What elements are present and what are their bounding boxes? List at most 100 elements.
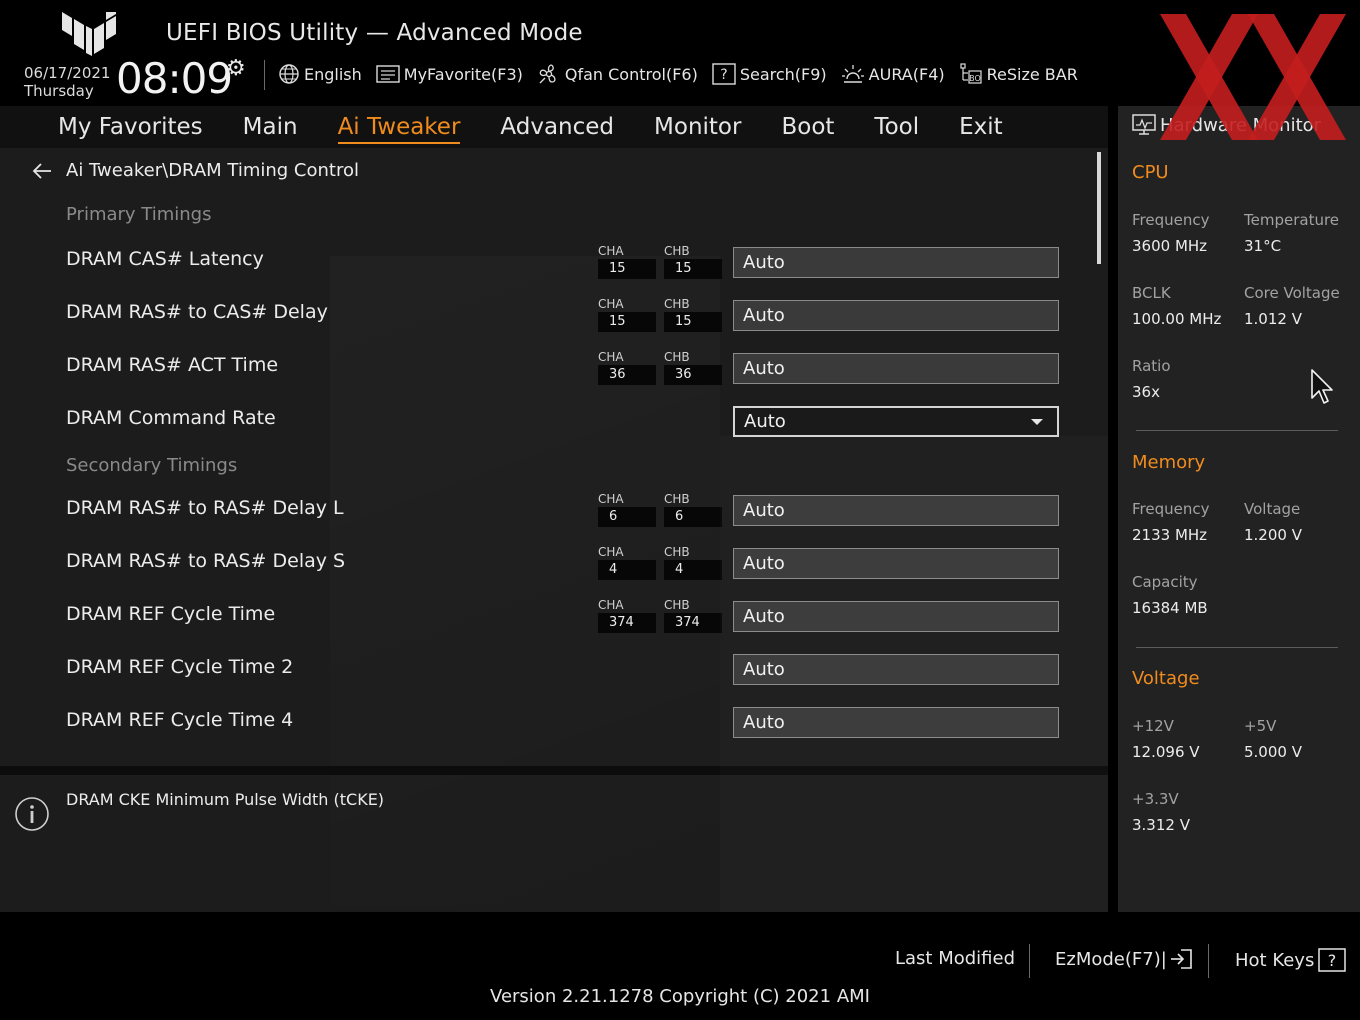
- header-divider: [264, 60, 265, 90]
- tab-my-favorites[interactable]: My Favorites: [58, 106, 203, 148]
- chb-readout: CHB 6: [664, 492, 722, 527]
- svg-text:BO: BO: [969, 74, 981, 83]
- hot-keys-label: Hot Keys: [1235, 949, 1315, 971]
- row-label-ras-act-time[interactable]: DRAM RAS# ACT Time: [66, 354, 278, 376]
- chb-readout: CHB 15: [664, 244, 722, 279]
- cha-label: CHA: [598, 492, 624, 506]
- section-secondary-timings: Secondary Timings: [66, 455, 238, 476]
- memory-voltage-value: 1.200 V: [1244, 526, 1302, 544]
- ezmode-button[interactable]: EzMode(F7)|: [1055, 948, 1193, 970]
- bclk-value: 100.00 MHz: [1132, 310, 1222, 328]
- cha-readout: CHA 36: [598, 350, 656, 385]
- resize-bar-button[interactable]: BO ReSize BAR: [959, 61, 1078, 87]
- ras-act-time-input[interactable]: Auto: [733, 353, 1059, 384]
- core-voltage-label: Core Voltage: [1244, 284, 1340, 302]
- tab-advanced[interactable]: Advanced: [500, 106, 614, 148]
- chb-value: 6: [664, 507, 722, 527]
- cpu-frequency-label: Frequency: [1132, 211, 1210, 229]
- capacity-label: Capacity: [1132, 573, 1198, 591]
- core-voltage-value: 1.012 V: [1244, 310, 1302, 328]
- hot-keys-button[interactable]: Hot Keys ?: [1235, 948, 1347, 972]
- chb-label: CHB: [664, 598, 690, 612]
- footer-divider: [1029, 944, 1030, 978]
- cha-label: CHA: [598, 244, 624, 258]
- last-modified-button[interactable]: Last Modified: [895, 948, 1015, 969]
- monitor-icon: [1132, 114, 1156, 135]
- help-divider: [0, 766, 1108, 775]
- svg-text:?: ?: [720, 67, 727, 83]
- row-label-ras-to-ras-delay-s[interactable]: DRAM RAS# to RAS# Delay S: [66, 550, 345, 572]
- cha-readout: CHA 15: [598, 244, 656, 279]
- scrollbar-thumb[interactable]: [1097, 152, 1101, 264]
- tab-main[interactable]: Main: [243, 106, 298, 148]
- row-label-ref-cycle-time[interactable]: DRAM REF Cycle Time: [66, 603, 275, 625]
- globe-icon: [279, 64, 299, 84]
- resize-bar-icon: BO: [960, 63, 982, 84]
- chb-label: CHB: [664, 244, 690, 258]
- resize-bar-label: ReSize BAR: [986, 64, 1078, 84]
- ras-to-ras-delay-s-input[interactable]: Auto: [733, 548, 1059, 579]
- row-label-command-rate[interactable]: DRAM Command Rate: [66, 407, 276, 429]
- row-label-ras-to-ras-delay-l[interactable]: DRAM RAS# to RAS# Delay L: [66, 497, 344, 519]
- search-button[interactable]: ? Search(F9): [712, 61, 827, 87]
- main-panel: My Favorites Main Ai Tweaker Advanced Mo…: [0, 106, 1108, 912]
- chb-value: 4: [664, 560, 722, 580]
- v5-label: +5V: [1244, 717, 1277, 735]
- back-arrow-icon[interactable]: [32, 162, 52, 179]
- ratio-label: Ratio: [1132, 357, 1171, 375]
- footer-bar: Last Modified EzMode(F7)| Hot Keys ? Ver…: [0, 912, 1360, 1020]
- ref-cycle-time-4-input[interactable]: Auto: [733, 707, 1059, 738]
- help-description: DRAM CKE Minimum Pulse Width (tCKE): [66, 790, 385, 809]
- ras-to-ras-delay-l-input[interactable]: Auto: [733, 495, 1059, 526]
- command-rate-select[interactable]: Auto: [733, 406, 1059, 437]
- cas-latency-input[interactable]: Auto: [733, 247, 1059, 278]
- aura-icon: [841, 65, 864, 83]
- qfan-control-button[interactable]: Qfan Control(F6): [537, 61, 698, 87]
- breadcrumb-path: Ai Tweaker\DRAM Timing Control: [66, 160, 360, 181]
- row-label-ras-to-cas-delay[interactable]: DRAM RAS# to CAS# Delay: [66, 301, 328, 323]
- info-icon: [15, 797, 49, 831]
- settings-gear-icon[interactable]: ⚙: [226, 56, 246, 81]
- toolbar: English MyFavorite(F3) Qfan Control(F6) …: [278, 61, 1092, 87]
- cpu-divider: [1136, 430, 1338, 431]
- ezmode-label: EzMode(F7)|: [1055, 948, 1167, 970]
- cpu-temperature-value: 31°C: [1244, 237, 1282, 255]
- ref-cycle-time-input[interactable]: Auto: [733, 601, 1059, 632]
- favorite-icon: [376, 65, 400, 83]
- myfavorite-button[interactable]: MyFavorite(F3): [376, 61, 523, 87]
- tab-exit[interactable]: Exit: [959, 106, 1003, 148]
- row-label-ref-cycle-time-4[interactable]: DRAM REF Cycle Time 4: [66, 709, 293, 731]
- ras-to-cas-delay-input[interactable]: Auto: [733, 300, 1059, 331]
- tab-boot[interactable]: Boot: [781, 106, 834, 148]
- mouse-cursor-icon: [1311, 369, 1333, 404]
- cpu-temperature-label: Temperature: [1244, 211, 1340, 229]
- main-nav: My Favorites Main Ai Tweaker Advanced Mo…: [0, 106, 1108, 148]
- cha-readout: CHA 374: [598, 598, 656, 633]
- cha-label: CHA: [598, 350, 624, 364]
- aura-button[interactable]: AURA(F4): [841, 61, 945, 87]
- section-primary-timings: Primary Timings: [66, 204, 212, 225]
- v5-value: 5.000 V: [1244, 743, 1302, 761]
- language-button[interactable]: English: [278, 61, 362, 87]
- voltage-section-title: Voltage: [1132, 668, 1200, 689]
- chevron-down-icon: [1031, 419, 1043, 425]
- tab-tool[interactable]: Tool: [874, 106, 919, 148]
- row-label-cas-latency[interactable]: DRAM CAS# Latency: [66, 248, 264, 270]
- day-text: Thursday: [24, 82, 94, 100]
- row-label-ref-cycle-time-2[interactable]: DRAM REF Cycle Time 2: [66, 656, 293, 678]
- clock-time: 08:09: [116, 54, 233, 103]
- chb-readout: CHB 15: [664, 297, 722, 332]
- cha-label: CHA: [598, 598, 624, 612]
- tab-monitor[interactable]: Monitor: [654, 106, 741, 148]
- ref-cycle-time-2-input[interactable]: Auto: [733, 654, 1059, 685]
- svg-text:?: ?: [1328, 951, 1337, 970]
- cha-value: 374: [598, 613, 656, 633]
- cha-label: CHA: [598, 297, 624, 311]
- memory-voltage-label: Voltage: [1244, 500, 1301, 518]
- footer-divider: [1208, 944, 1209, 978]
- tab-ai-tweaker[interactable]: Ai Tweaker: [337, 106, 460, 148]
- v12-value: 12.096 V: [1132, 743, 1200, 761]
- cha-value: 6: [598, 507, 656, 527]
- language-label: English: [304, 64, 362, 84]
- chb-value: 374: [664, 613, 722, 633]
